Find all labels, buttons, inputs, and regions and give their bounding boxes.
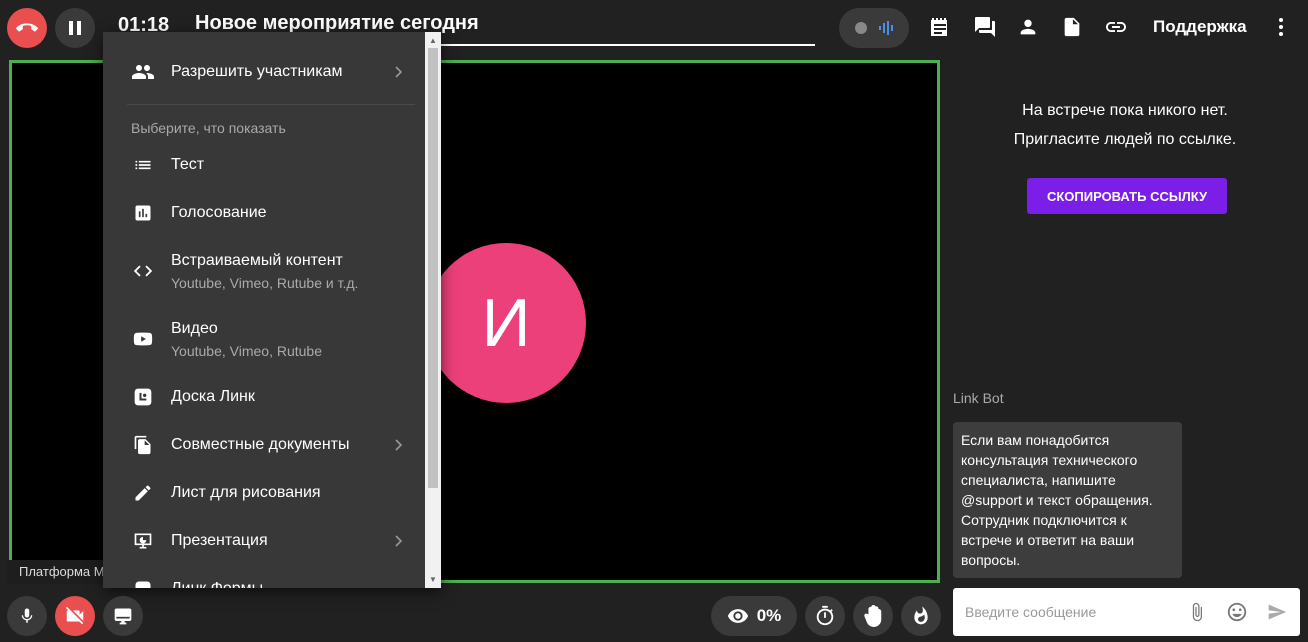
menu-item-embed[interactable]: Встраиваемый контент Youtube, Vimeo, Rut… (103, 249, 425, 293)
screen-share-button[interactable] (103, 596, 143, 636)
hangup-button[interactable] (7, 8, 47, 48)
menu-item-label: Лист для рисования (171, 484, 321, 501)
share-content-menu: Разрешить участникам Выберите, что показ… (103, 32, 441, 588)
empty-meeting-text: На встрече пока никого нет. (1022, 102, 1228, 119)
monitor-icon (114, 608, 132, 625)
chat-icon (975, 17, 995, 37)
chevron-right-icon (392, 435, 406, 455)
code-icon (131, 259, 155, 283)
menu-item-label: Голосование (171, 204, 267, 221)
microphone-button[interactable] (7, 596, 47, 636)
camera-button[interactable] (55, 596, 95, 636)
copy-link-button[interactable]: СКОПИРОВАТЬ ССЫЛКУ (1027, 178, 1227, 214)
presentation-icon (131, 529, 155, 553)
bot-sender-name: Link Bot (953, 390, 1004, 406)
emoji-button[interactable] (1225, 600, 1249, 624)
menu-item-label: Презентация (171, 532, 268, 549)
bot-message: Если вам понадобится консультация технич… (953, 422, 1182, 578)
files-button[interactable] (1059, 14, 1085, 40)
chevron-right-icon (392, 531, 406, 551)
share-menu-list: Разрешить участникам Выберите, что показ… (103, 32, 425, 588)
menu-item-drawing[interactable]: Лист для рисования (103, 481, 425, 505)
participant-avatar: И (426, 243, 586, 403)
menu-scrollbar[interactable]: ▲ ▼ (425, 32, 441, 588)
menu-item-label: Разрешить участникам (171, 63, 343, 80)
participant-name-tag: Платформа М (7, 560, 103, 584)
chat-message-input[interactable] (965, 600, 1175, 624)
hand-icon (864, 605, 882, 627)
invite-hint-text: Пригласите людей по ссылке. (1013, 131, 1237, 148)
paperclip-icon (1192, 602, 1202, 622)
notes-icon (931, 18, 947, 36)
phone-hangup-icon (16, 23, 38, 32)
menu-item-shared-docs[interactable]: Совместные документы (103, 433, 425, 457)
menu-item-allow-participants[interactable]: Разрешить участникам (103, 60, 425, 84)
participants-button[interactable] (1015, 14, 1041, 40)
attach-button[interactable] (1185, 600, 1209, 624)
link-icon (1106, 22, 1126, 32)
fire-icon (914, 606, 928, 625)
pencil-icon (131, 481, 155, 505)
send-icon (1268, 604, 1287, 620)
more-vertical-icon (1279, 18, 1283, 36)
board-icon (131, 385, 155, 409)
document-icon (1064, 17, 1080, 37)
poll-icon (131, 201, 155, 225)
audio-wave-icon (878, 21, 893, 35)
pause-icon (69, 21, 81, 35)
list-icon (131, 153, 155, 177)
copy-docs-icon (131, 433, 155, 457)
record-dot-icon (854, 22, 867, 34)
chat-button[interactable] (972, 14, 998, 40)
chevron-right-icon (392, 62, 406, 82)
menu-item-label: Встраиваемый контент (171, 252, 343, 269)
person-icon (1020, 19, 1036, 35)
group-icon (131, 60, 155, 84)
menu-item-forms[interactable]: Линк Формы (103, 577, 425, 588)
eye-icon (727, 609, 748, 623)
scroll-down-arrow-icon[interactable]: ▼ (429, 575, 437, 584)
menu-item-label: Совместные документы (171, 436, 350, 453)
menu-section-heading: Выберите, что показать (131, 120, 286, 136)
views-percent: 0% (756, 606, 782, 625)
invite-link-button[interactable] (1103, 14, 1129, 40)
scroll-up-arrow-icon[interactable]: ▲ (429, 36, 437, 45)
menu-item-label: Тест (171, 156, 205, 173)
record-toggle[interactable] (839, 8, 909, 48)
menu-divider (127, 104, 415, 105)
youtube-icon (131, 327, 155, 351)
send-button[interactable] (1265, 600, 1289, 624)
reactions-button[interactable] (901, 596, 941, 636)
pause-button[interactable] (55, 8, 95, 48)
stopwatch-icon (816, 605, 834, 626)
menu-item-board[interactable]: Доска Линк (103, 385, 425, 409)
more-menu-button[interactable] (1271, 14, 1291, 40)
menu-item-sublabel: Youtube, Vimeo, Rutube (171, 343, 323, 359)
microphone-icon (21, 608, 33, 623)
menu-item-poll[interactable]: Голосование (103, 201, 425, 225)
views-indicator[interactable]: 0% (711, 596, 797, 636)
raise-hand-button[interactable] (853, 596, 893, 636)
scrollbar-thumb[interactable] (428, 48, 438, 488)
timer-button[interactable] (805, 596, 845, 636)
menu-item-test[interactable]: Тест (103, 153, 425, 177)
smiley-icon (1227, 602, 1247, 622)
camera-off-icon (65, 606, 84, 625)
menu-item-sublabel: Youtube, Vimeo, Rutube и т.д. (171, 275, 359, 291)
menu-item-presentation[interactable]: Презентация (103, 529, 425, 553)
support-link[interactable]: Поддержка (1153, 17, 1247, 37)
menu-item-label: Линк Формы (171, 580, 263, 588)
chat-input-box (953, 588, 1300, 636)
notes-button[interactable] (927, 14, 953, 40)
menu-item-label: Видео (171, 320, 218, 337)
forms-icon (131, 577, 155, 588)
menu-item-video[interactable]: Видео Youtube, Vimeo, Rutube (103, 317, 425, 361)
menu-item-label: Доска Линк (171, 388, 255, 405)
